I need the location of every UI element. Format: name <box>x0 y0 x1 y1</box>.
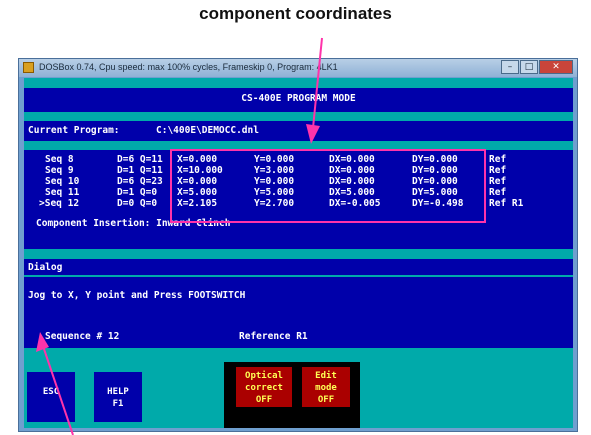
coordinates-arrow-head <box>306 124 320 144</box>
coordinates-highlight-box <box>170 149 486 223</box>
dialog-arrow-head <box>36 332 49 352</box>
annotation-overlay <box>36 37 486 435</box>
coordinates-arrow-shaft <box>312 37 323 129</box>
dialog-arrow-shaft <box>42 345 74 435</box>
